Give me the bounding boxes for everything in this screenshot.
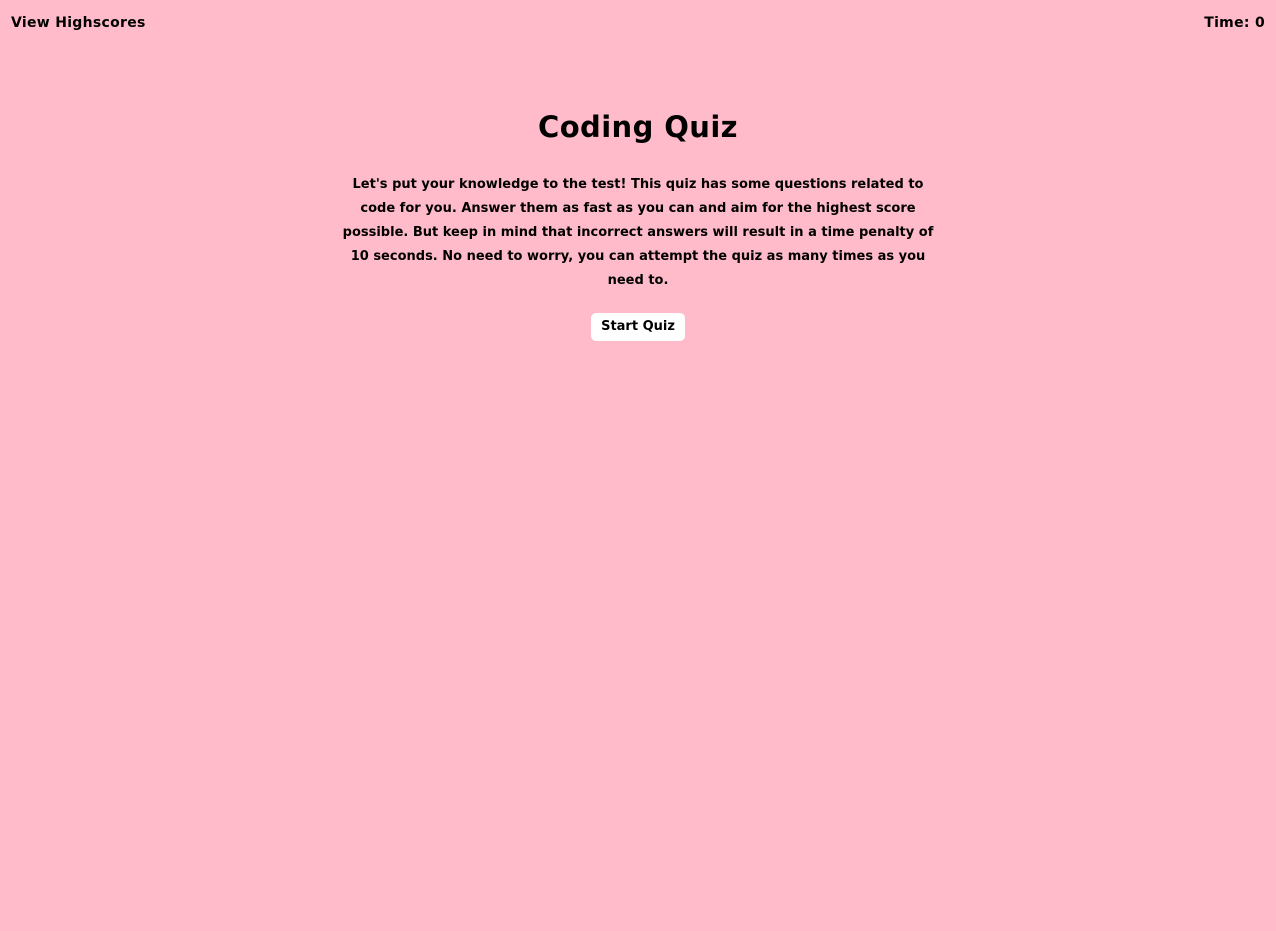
timer-value: 0 xyxy=(1254,15,1265,31)
page-title: Coding Quiz xyxy=(538,110,738,144)
view-highscores-link[interactable]: View Highscores xyxy=(11,15,146,31)
quiz-intro: Coding Quiz Let's put your knowledge to … xyxy=(338,105,938,341)
top-bar: View Highscores Time: 0 xyxy=(0,0,1276,48)
timer-label: Time: xyxy=(1204,15,1255,31)
timer: Time: 0 xyxy=(1204,15,1265,31)
quiz-description: Let's put your knowledge to the test! Th… xyxy=(342,177,934,288)
start-quiz-button[interactable]: Start Quiz xyxy=(591,313,685,341)
